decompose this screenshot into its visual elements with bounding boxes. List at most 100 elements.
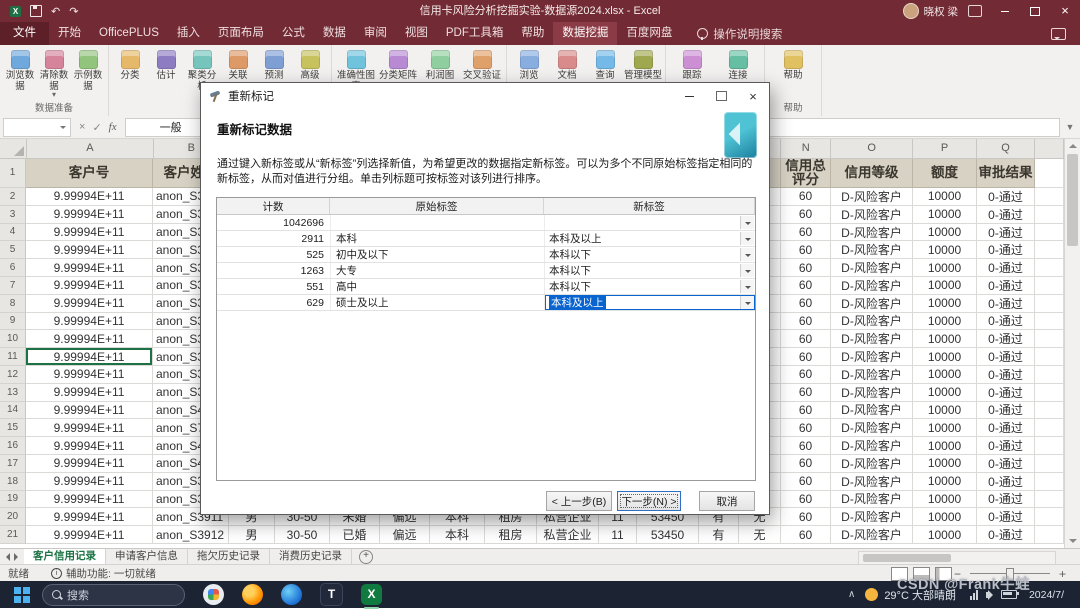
column-header-O[interactable]: O xyxy=(831,138,913,158)
back-button[interactable]: < 上一步(B) xyxy=(546,491,612,511)
dialog-maximize-icon[interactable] xyxy=(705,83,737,109)
ribbon-tab-3[interactable]: 插入 xyxy=(168,22,209,45)
cell-E21[interactable]: 已婚 xyxy=(330,526,380,544)
horizontal-scroll-thumb[interactable] xyxy=(863,554,951,562)
cell-P2[interactable]: 10000 xyxy=(913,188,977,206)
ribbon-button-高级[interactable]: 高级 xyxy=(292,47,328,82)
ribbon-tab-4[interactable]: 页面布局 xyxy=(209,22,273,45)
dropdown-caret-icon[interactable] xyxy=(740,232,754,245)
cell-Q17[interactable]: 0-通过 xyxy=(977,455,1035,473)
cell-O11[interactable]: D-风险客户 xyxy=(831,348,913,366)
cell-P15[interactable]: 10000 xyxy=(913,419,977,437)
cell-O19[interactable]: D-风险客户 xyxy=(831,491,913,509)
cell-B21[interactable]: anon_S3912 xyxy=(153,526,229,544)
cell-P7[interactable]: 10000 xyxy=(913,277,977,295)
cell-N16[interactable]: 60 xyxy=(781,437,831,455)
row-number-3[interactable]: 3 xyxy=(0,206,26,224)
cell-N11[interactable]: 60 xyxy=(781,348,831,366)
next-button[interactable]: 下一步(N) > xyxy=(617,491,681,511)
cell-A7[interactable]: 9.99994E+11 xyxy=(26,277,153,295)
cell-N21[interactable]: 60 xyxy=(781,526,831,544)
user-avatar[interactable] xyxy=(903,3,919,19)
cell-A3[interactable]: 9.99994E+11 xyxy=(26,206,153,224)
cell-P21[interactable]: 10000 xyxy=(913,526,977,544)
cell-N20[interactable]: 60 xyxy=(781,508,831,526)
cell-N10[interactable]: 60 xyxy=(781,330,831,348)
cell-P13[interactable]: 10000 xyxy=(913,384,977,402)
cell-Q20[interactable]: 0-通过 xyxy=(977,508,1035,526)
cell-A16[interactable]: 9.99994E+11 xyxy=(26,437,153,455)
tim-app-icon[interactable]: T xyxy=(320,583,343,606)
cell-N8[interactable]: 60 xyxy=(781,295,831,313)
column-header-A[interactable]: A xyxy=(27,138,154,158)
column-header-P[interactable]: P xyxy=(913,138,977,158)
new-label-dropdown[interactable]: 本科以下 xyxy=(544,247,755,262)
cell-G21[interactable]: 本科 xyxy=(430,526,485,544)
cell-Q16[interactable]: 0-通过 xyxy=(977,437,1035,455)
cell-P6[interactable]: 10000 xyxy=(913,259,977,277)
cell-N3[interactable]: 60 xyxy=(781,206,831,224)
cell-P18[interactable]: 10000 xyxy=(913,473,977,491)
start-button[interactable] xyxy=(14,587,30,603)
vertical-scrollbar[interactable] xyxy=(1064,138,1080,548)
sheet-nav-left-icon[interactable] xyxy=(0,553,12,561)
cell-A5[interactable]: 9.99994E+11 xyxy=(26,241,153,259)
scroll-up-icon[interactable] xyxy=(1065,138,1080,152)
cell-N17[interactable]: 60 xyxy=(781,455,831,473)
cell-N12[interactable]: 60 xyxy=(781,366,831,384)
row-number-11[interactable]: 11 xyxy=(0,348,26,366)
dropdown-caret-icon[interactable] xyxy=(740,280,754,293)
cell-A2[interactable]: 9.99994E+11 xyxy=(26,188,153,206)
cell-Q5[interactable]: 0-通过 xyxy=(977,241,1035,259)
cell-P8[interactable]: 10000 xyxy=(913,295,977,313)
formula-bar-expand-icon[interactable]: ▼ xyxy=(1060,119,1080,136)
relabel-column-header-1[interactable]: 计数 xyxy=(217,198,330,214)
cell-O18[interactable]: D-风险客户 xyxy=(831,473,913,491)
cell-Q19[interactable]: 0-通过 xyxy=(977,491,1035,509)
cell-A20[interactable]: 9.99994E+11 xyxy=(26,508,153,526)
cell-P12[interactable]: 10000 xyxy=(913,366,977,384)
row-number-4[interactable]: 4 xyxy=(0,224,26,242)
row-number-6[interactable]: 6 xyxy=(0,259,26,277)
new-label-dropdown[interactable]: 本科及以上 xyxy=(544,295,755,310)
sheet-tab-2[interactable]: 申请客户信息 xyxy=(106,549,188,565)
cell-O21[interactable]: D-风险客户 xyxy=(831,526,913,544)
row-number-15[interactable]: 15 xyxy=(0,419,26,437)
cell-O13[interactable]: D-风险客户 xyxy=(831,384,913,402)
row-number-2[interactable]: 2 xyxy=(0,188,26,206)
firefox-icon[interactable] xyxy=(242,584,263,605)
user-name[interactable]: 晓权 梁 xyxy=(924,4,958,19)
relabel-column-header-3[interactable]: 新标签 xyxy=(544,198,755,214)
ribbon-button-估计[interactable]: 估计 xyxy=(148,47,184,82)
cell-A14[interactable]: 9.99994E+11 xyxy=(26,402,153,420)
cell-P10[interactable]: 10000 xyxy=(913,330,977,348)
cell-P19[interactable]: 10000 xyxy=(913,491,977,509)
dropdown-caret-icon[interactable] xyxy=(740,296,754,309)
cancel-entry-icon[interactable]: × xyxy=(79,121,85,133)
dialog-titlebar[interactable]: 重新标记 × xyxy=(201,83,769,109)
photos-app-icon[interactable] xyxy=(203,584,224,605)
row-number-19[interactable]: 19 xyxy=(0,491,26,509)
cell-N19[interactable]: 60 xyxy=(781,491,831,509)
cell-A1[interactable]: 客户号 xyxy=(26,158,153,188)
cell-N15[interactable]: 60 xyxy=(781,419,831,437)
column-header-Q[interactable]: Q xyxy=(977,138,1035,158)
cell-Q13[interactable]: 0-通过 xyxy=(977,384,1035,402)
dialog-close-icon[interactable]: × xyxy=(737,83,769,109)
name-box[interactable] xyxy=(3,118,71,137)
ribbon-tab-2[interactable]: OfficePLUS xyxy=(90,22,168,45)
cell-Q18[interactable]: 0-通过 xyxy=(977,473,1035,491)
row-number-8[interactable]: 8 xyxy=(0,295,26,313)
cell-A12[interactable]: 9.99994E+11 xyxy=(26,366,153,384)
ribbon-button-查询[interactable]: 查询 xyxy=(586,47,624,82)
taskbar-search[interactable]: 搜索 xyxy=(42,584,185,606)
ribbon-tab-6[interactable]: 数据 xyxy=(314,22,355,45)
cell-N13[interactable]: 60 xyxy=(781,384,831,402)
ribbon-button-清除数据[interactable]: 清除数据▾ xyxy=(37,47,71,98)
ribbon-options-icon[interactable] xyxy=(968,5,982,17)
cell-Q4[interactable]: 0-通过 xyxy=(977,224,1035,242)
confirm-entry-icon[interactable]: ✓ xyxy=(92,121,101,134)
row-number-1[interactable]: 1 xyxy=(0,158,26,188)
file-tab[interactable]: 文件 xyxy=(0,22,49,45)
row-number-16[interactable]: 16 xyxy=(0,437,26,455)
